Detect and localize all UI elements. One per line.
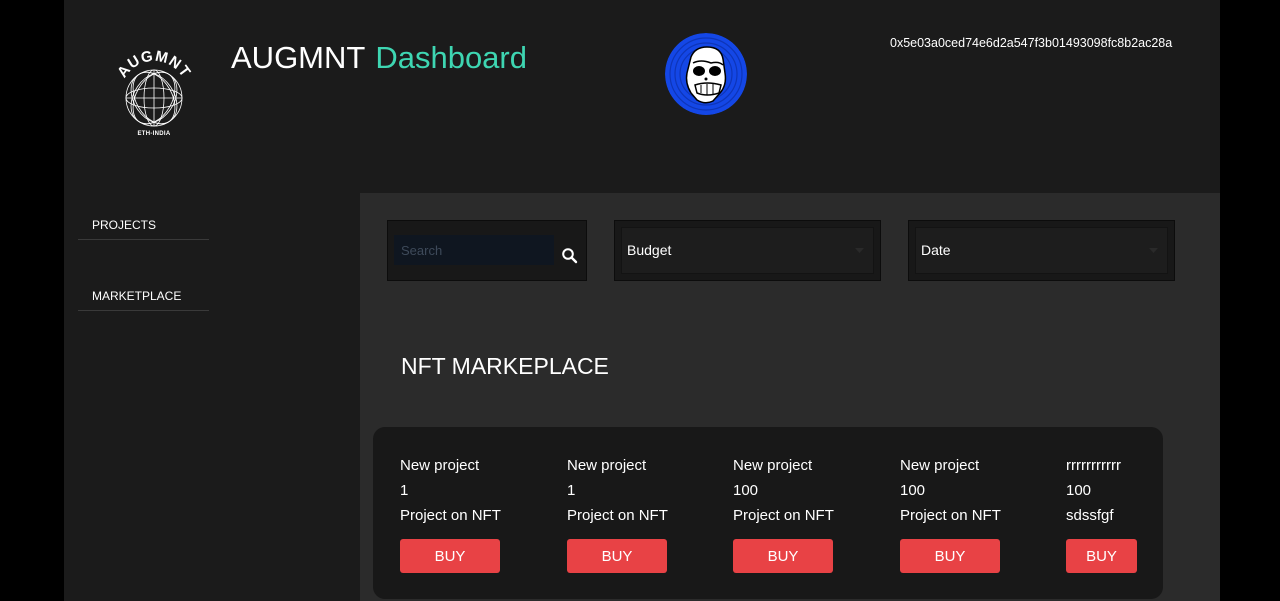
card-price: 1 xyxy=(400,482,409,499)
main-panel: Budget Date NFT MARKEPLACE New project 1… xyxy=(360,193,1220,601)
nft-card: New project 100 Project on NFT BUY xyxy=(900,456,1001,573)
card-price: 100 xyxy=(1066,482,1092,499)
bored-ape-avatar-icon xyxy=(665,33,747,115)
card-price: 1 xyxy=(567,482,576,499)
nft-card: New project 1 Project on NFT BUY xyxy=(567,456,668,573)
buy-button[interactable]: BUY xyxy=(900,539,1000,573)
buy-button[interactable]: BUY xyxy=(567,539,667,573)
card-description: Project on NFT xyxy=(733,507,834,524)
date-select-inner xyxy=(915,227,1168,274)
globe-logo-icon: AUGMNT xyxy=(114,48,193,127)
card-project-name: New project xyxy=(900,457,980,474)
page-title: AUGMNT Dashboard xyxy=(231,40,527,76)
brand-name: AUGMNT xyxy=(231,40,366,75)
nft-card: rrrrrrrrrrr 100 sdssfgf BUY xyxy=(1066,456,1137,573)
budget-select-label: Budget xyxy=(627,242,672,258)
date-select-label: Date xyxy=(921,242,951,258)
nft-card: New project 1 Project on NFT BUY xyxy=(400,456,501,573)
wallet-address: 0x5e03a0ced74e6d2a547f3b01493098fc8b2ac2… xyxy=(890,36,1173,50)
budget-select[interactable]: Budget xyxy=(614,220,881,281)
app-window: AUGMNT ETH-INDIA AUGMNT Dashboard 0x5e03… xyxy=(64,0,1220,601)
date-select[interactable]: Date xyxy=(908,220,1175,281)
buy-button[interactable]: BUY xyxy=(400,539,500,573)
avatar[interactable] xyxy=(665,33,747,115)
card-project-name: New project xyxy=(567,457,647,474)
card-price: 100 xyxy=(900,482,926,499)
card-description: Project on NFT xyxy=(900,507,1001,524)
nft-card: New project 100 Project on NFT BUY xyxy=(733,456,834,573)
card-description: sdssfgf xyxy=(1066,507,1114,524)
sidebar-item-projects[interactable]: PROJECTS xyxy=(78,210,209,240)
nft-card-list: New project 1 Project on NFT BUY New pro… xyxy=(373,427,1163,599)
sidebar-item-marketplace[interactable]: MARKETPLACE xyxy=(78,281,209,311)
marketplace-title: NFT MARKEPLACE xyxy=(401,353,609,379)
search-input[interactable] xyxy=(394,235,554,265)
card-project-name: New project xyxy=(400,457,480,474)
chevron-down-icon xyxy=(1149,248,1158,253)
card-project-name: New project xyxy=(733,457,813,474)
search-box xyxy=(387,220,587,281)
card-description: Project on NFT xyxy=(400,507,501,524)
chevron-down-icon xyxy=(855,248,864,253)
logo-subtext: ETH-INDIA xyxy=(137,131,171,137)
card-project-name: rrrrrrrrrrr xyxy=(1066,457,1121,474)
augmnt-logo: AUGMNT ETH-INDIA xyxy=(109,48,199,145)
search-icon[interactable] xyxy=(561,247,579,265)
brand-accent: Dashboard xyxy=(375,40,527,75)
buy-button[interactable]: BUY xyxy=(733,539,833,573)
buy-button[interactable]: BUY xyxy=(1066,539,1137,573)
card-description: Project on NFT xyxy=(567,507,668,524)
card-price: 100 xyxy=(733,482,759,499)
